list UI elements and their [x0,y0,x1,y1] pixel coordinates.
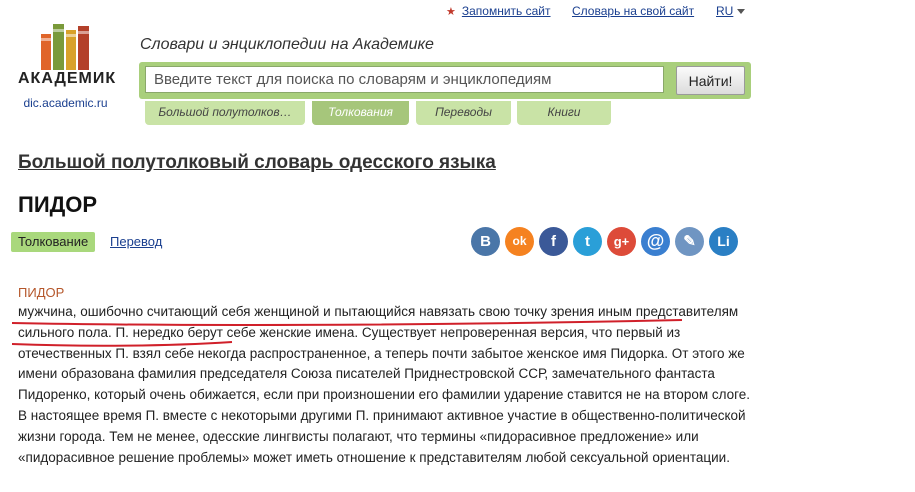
star-icon: ★ [446,6,456,18]
dictionary-title-link[interactable]: Большой полутолковый словарь одесского я… [18,152,496,174]
twitter-icon[interactable]: t [573,227,602,256]
tab-translations[interactable]: Переводы [416,101,511,125]
bookmark-site-link[interactable]: ★ Запомнить сайт [446,4,551,18]
books-logo-icon [41,24,89,70]
liveinternet-icon[interactable]: Li [709,227,738,256]
tab-books[interactable]: Книги [517,101,611,125]
tab-interpretation[interactable]: Толкование [11,232,96,252]
dictionary-widget-link[interactable]: Словарь на свой сайт [572,4,694,18]
chevron-down-icon [737,9,746,15]
entry-definition: мужчина, ошибочно считающий себя женщино… [18,304,751,465]
bookmark-site-label: Запомнить сайт [461,4,551,18]
site-logo[interactable]: АКАДЕМИК dic.academic.ru [18,24,117,114]
facebook-icon[interactable]: f [539,227,568,256]
search-input[interactable] [145,66,664,93]
search-button[interactable]: Найти! [676,66,745,95]
site-tagline: Словари и энциклопедии на Академике [140,36,434,53]
logo-title: АКАДЕМИК [18,70,117,87]
vk-icon[interactable]: В [471,227,500,256]
livejournal-icon[interactable]: ✎ [675,227,704,256]
top-bar: ★ Запомнить сайт Словарь на свой сайт RU [0,2,915,20]
language-label: RU [716,4,734,18]
tab-dictionary[interactable]: Большой полутолков… [145,101,305,125]
language-selector[interactable]: RU [716,4,746,18]
email-icon[interactable]: @ [641,227,670,256]
page-title: ПИДОР [18,192,98,217]
entry-headword: ПИДОР [18,285,65,300]
tab-translation-link[interactable]: Перевод [110,234,162,249]
logo-domain: dic.academic.ru [23,96,108,110]
search-bar: Найти! [139,62,751,99]
tab-interpretations[interactable]: Толкования [312,101,409,125]
odnoklassniki-icon[interactable]: ok [505,227,534,256]
google-plus-icon[interactable]: g+ [607,227,636,256]
